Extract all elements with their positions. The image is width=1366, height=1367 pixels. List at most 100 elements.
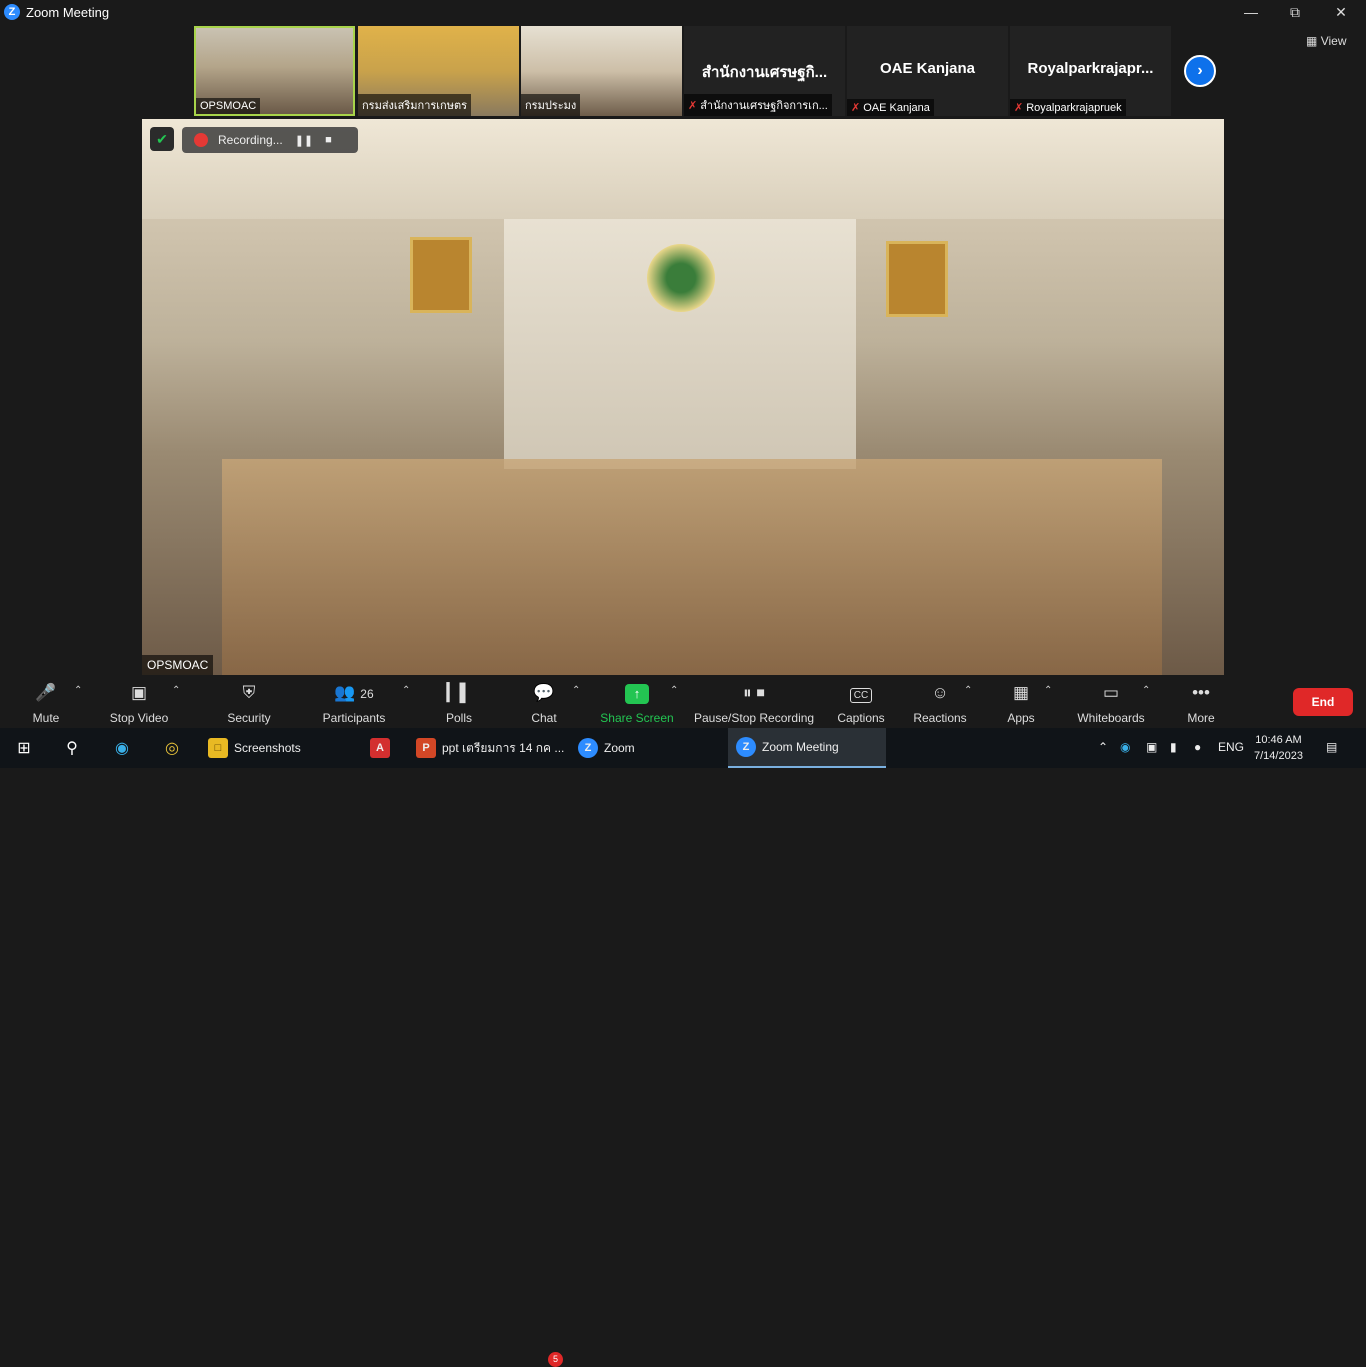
taskbar-app-label: Zoom Meeting — [762, 740, 839, 754]
chevron-up-icon[interactable]: ⌃ — [172, 685, 180, 696]
apps-icon: ▦ — [1012, 683, 1030, 702]
chevron-up-icon[interactable]: ⌃ — [402, 685, 410, 696]
video-scene-table — [222, 459, 1162, 675]
security-button[interactable]: ⛨ Security — [222, 681, 276, 725]
shield-icon: ⛨ — [242, 683, 256, 702]
participant-thumbnail[interactable]: กรมส่งเสริมการเกษตร — [358, 26, 519, 116]
captions-button[interactable]: CC Captions — [836, 681, 886, 725]
view-button[interactable]: ▦ View — [1306, 34, 1346, 48]
edge-tray-icon[interactable]: ◉ — [1120, 740, 1130, 754]
taskbar-app-powerpoint[interactable]: P ppt เตรียมการ 14 กค ... — [408, 728, 566, 768]
share-arrow-icon: ↑ — [625, 684, 649, 704]
stop-recording-button[interactable]: ■ — [325, 134, 332, 146]
captions-icon: CC — [849, 688, 873, 703]
battery-icon[interactable]: ▮ — [1170, 740, 1177, 754]
participants-icon: 👥 — [334, 683, 356, 702]
more-label: More — [1187, 711, 1215, 725]
taskbar-app-pdf[interactable]: A — [362, 728, 402, 768]
polls-button[interactable]: ▎▌ Polls — [440, 681, 478, 725]
clock-time: 10:46 AM — [1255, 734, 1302, 746]
edge-browser-icon[interactable]: ◉ — [110, 736, 134, 760]
taskbar-app-zoom[interactable]: Z Zoom — [570, 728, 722, 768]
muted-mic-icon: ✗ — [851, 102, 861, 114]
meeting-toolbar: 🎤 Mute ⌃ ▣ Stop Video ⌃ ⛨ Security 👥 26 … — [0, 675, 1366, 1367]
participant-name: OAE Kanjana — [863, 102, 930, 114]
windows-start-icon[interactable]: ⊞ — [12, 736, 36, 760]
chevron-up-icon[interactable]: ⌃ — [1044, 685, 1052, 696]
chevron-right-icon: › — [1197, 62, 1203, 79]
pause-stop-icon: ⏸ ⏹ — [743, 683, 765, 702]
end-meeting-button[interactable]: End — [1293, 688, 1353, 716]
participant-name: OPSMOAC — [196, 98, 261, 114]
participant-strip: OPSMOAC กรมส่งเสริมการเกษตร กรมประมง สำน… — [0, 24, 1366, 118]
whiteboards-button[interactable]: ▭ Whiteboards — [1074, 681, 1148, 725]
taskbar-app-screenshots[interactable]: □ Screenshots — [200, 728, 352, 768]
close-button[interactable]: ✕ — [1318, 0, 1364, 24]
mute-label: Mute — [32, 711, 60, 725]
minimize-button[interactable]: — — [1228, 0, 1274, 24]
participant-thumbnail[interactable]: OAE Kanjana ✗ OAE Kanjana — [847, 26, 1008, 116]
zoom-icon: Z — [736, 737, 756, 757]
chevron-up-icon[interactable]: ⌃ — [1142, 685, 1150, 696]
network-icon[interactable]: ● — [1194, 740, 1201, 754]
ellipsis-icon: ••• — [1192, 683, 1210, 702]
taskbar-app-label: ppt เตรียมการ 14 กค ... — [442, 740, 565, 755]
chat-bubble-icon: 💬 — [533, 683, 555, 702]
participant-thumbnail[interactable]: Royalparkrajapr... ✗ Royalparkrajapruek — [1010, 26, 1171, 116]
smiley-plus-icon: ☺ — [931, 683, 949, 702]
participant-display-name: Royalparkrajapr... — [1027, 60, 1154, 77]
restore-button[interactable]: ⧉ — [1272, 0, 1318, 24]
participant-thumbnail[interactable]: OPSMOAC — [194, 26, 355, 116]
chat-label: Chat — [531, 711, 557, 725]
view-label: View — [1320, 34, 1347, 48]
chevron-up-icon[interactable]: ⌃ — [74, 685, 82, 696]
input-language[interactable]: ENG — [1218, 740, 1244, 754]
stop-video-button[interactable]: ▣ Stop Video — [104, 681, 174, 725]
pause-stop-recording-label: Pause/Stop Recording — [694, 711, 815, 725]
search-icon[interactable]: ⚲ — [60, 736, 84, 760]
chevron-up-icon[interactable]: ⌃ — [964, 685, 972, 696]
powerpoint-icon: P — [416, 738, 436, 758]
title-bar: Z Zoom Meeting — ⧉ ✕ — [0, 0, 1366, 24]
participant-thumbnail[interactable]: สำนักงานเศรษฐกิ... ✗ สำนักงานเศรษฐกิจการเ… — [684, 26, 845, 116]
captions-label: Captions — [837, 711, 885, 725]
mute-button[interactable]: 🎤 Mute — [26, 681, 66, 725]
reactions-button[interactable]: ☺ Reactions — [912, 681, 968, 725]
chat-button[interactable]: 💬 Chat — [524, 681, 564, 725]
windows-taskbar: ⊞ ⚲ ◉ ◎ □ Screenshots A P ppt เตรียมการ … — [0, 728, 1366, 768]
participants-count: 26 — [360, 687, 374, 701]
portrait-frame — [886, 241, 948, 317]
notifications-icon[interactable]: ▤ — [1326, 740, 1337, 754]
chevron-up-icon[interactable]: ⌃ — [572, 685, 580, 696]
active-speaker-video: ✔ Recording... ❚❚ ■ OPSMOAC — [142, 119, 1224, 675]
muted-mic-icon: ✗ — [1014, 102, 1024, 114]
chat-tray-icon[interactable]: ▣ — [1146, 740, 1157, 754]
muted-mic-icon: ✗ — [688, 100, 698, 112]
whiteboards-label: Whiteboards — [1077, 711, 1145, 725]
clock-date: 7/14/2023 — [1254, 750, 1303, 762]
participant-display-name: สำนักงานเศรษฐกิ... — [701, 64, 828, 81]
zoom-icon: Z — [578, 738, 598, 758]
chevron-up-icon[interactable]: ⌃ — [1098, 740, 1108, 754]
zoom-logo-icon: Z — [4, 4, 20, 20]
pause-stop-recording-button[interactable]: ⏸ ⏹ Pause/Stop Recording — [694, 681, 814, 725]
system-clock[interactable]: 10:46 AM 7/14/2023 — [1254, 732, 1303, 764]
apps-button[interactable]: ▦ Apps — [1004, 681, 1038, 725]
taskbar-app-zoom-meeting[interactable]: Z Zoom Meeting — [728, 728, 886, 768]
next-page-button[interactable]: › — [1184, 55, 1216, 87]
participant-thumbnail[interactable]: กรมประมง — [521, 26, 682, 116]
participants-label: Participants — [322, 711, 386, 725]
participant-display-name: OAE Kanjana — [879, 60, 976, 77]
chrome-browser-icon[interactable]: ◎ — [160, 736, 184, 760]
stop-video-label: Stop Video — [109, 711, 169, 725]
share-screen-button[interactable]: ↑ Share Screen — [600, 681, 674, 725]
recording-label: Recording... — [218, 133, 283, 147]
polls-label: Polls — [445, 711, 472, 725]
participant-name: กรมส่งเสริมการเกษตร — [358, 94, 472, 116]
security-shield-icon: ✔ — [150, 127, 174, 151]
more-button[interactable]: ••• More — [1184, 681, 1218, 725]
chevron-up-icon[interactable]: ⌃ — [670, 685, 678, 696]
participants-button[interactable]: 👥 26 Participants — [318, 681, 390, 725]
pause-recording-button[interactable]: ❚❚ — [295, 134, 313, 147]
bar-chart-icon: ▎▌ — [446, 683, 472, 702]
